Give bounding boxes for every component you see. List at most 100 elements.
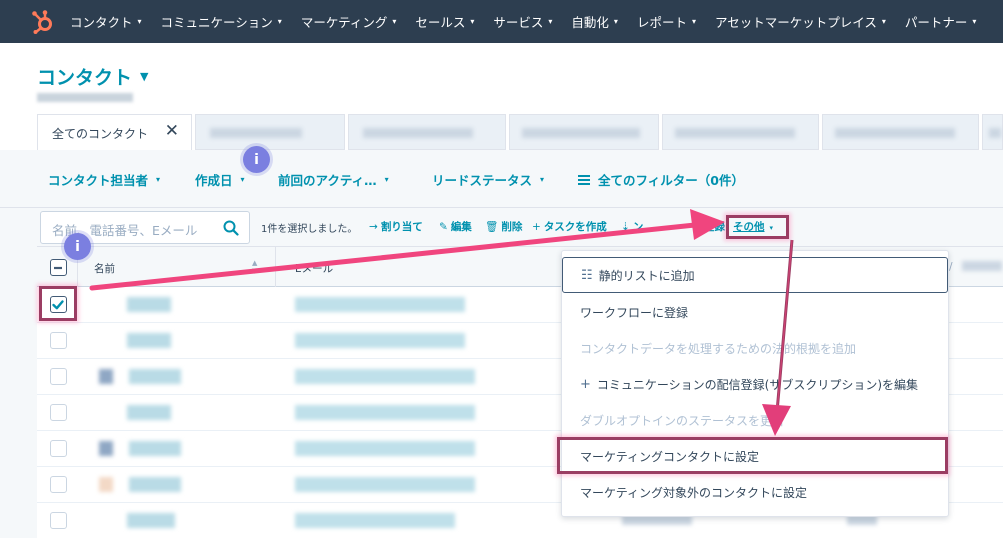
nav-item-automation[interactable]: 自動化 ▾ — [571, 12, 618, 31]
column-separator-fragment: / — [949, 261, 953, 273]
chevron-down-icon: ▾ — [137, 17, 142, 26]
menu-item-add-to-static-list[interactable]: ☷ 静的リストに追加 — [562, 257, 948, 293]
minus-icon — [54, 266, 62, 270]
row-checkbox[interactable] — [50, 368, 67, 385]
filter-last-activity[interactable]: 前回のアクティ… ▾ — [278, 170, 389, 189]
chevron-down-icon: ▾ — [881, 17, 886, 26]
edit-button[interactable]: ✎ 編集 — [439, 219, 472, 234]
menu-item-enroll-workflow[interactable]: ワークフローに登録 — [562, 294, 950, 330]
table-toolbar: 名前、電話番号、Eメール 1件を選択しました。 → 割り当て ✎ 編集 🗑 削除 + タ… — [0, 208, 1003, 246]
info-badge: i — [243, 146, 270, 173]
plus-icon: + — [580, 376, 591, 392]
select-all-checkbox[interactable] — [50, 259, 67, 276]
search-icon[interactable] — [223, 220, 239, 236]
create-task-button[interactable]: + タスクを作成 — [532, 219, 607, 234]
trash-icon: 🗑 — [485, 221, 499, 233]
column-header-email[interactable]: Eメール — [295, 261, 333, 276]
close-icon[interactable]: ✕ — [165, 121, 179, 141]
row-checkbox[interactable] — [50, 476, 67, 493]
assign-button[interactable]: → 割り当て — [369, 219, 423, 234]
tab-all-contacts[interactable]: 全てのコンタクト ✕ — [37, 114, 192, 150]
blurred-tab-label — [522, 128, 640, 138]
blurred-contact-name — [129, 369, 181, 384]
row-checkbox[interactable] — [50, 332, 67, 349]
nav-item-contacts[interactable]: コンタクト ▾ — [70, 12, 142, 31]
nav-item-reports[interactable]: レポート ▾ — [637, 12, 696, 31]
blurred-avatar — [99, 477, 113, 492]
highlight-box-marketing-contact — [557, 437, 948, 474]
chevron-down-icon: ▾ — [392, 17, 397, 26]
arrow-right-icon: → — [369, 221, 378, 233]
blurred-tab-label — [210, 128, 302, 138]
highlight-box-checkbox — [39, 286, 77, 321]
page-title[interactable]: コンタクト ▼ — [37, 63, 148, 90]
blurred-record-count — [37, 93, 133, 102]
blurred-avatar — [99, 369, 113, 384]
nav-item-partner[interactable]: パートナー ▾ — [905, 12, 977, 31]
nav-item-sales[interactable]: セールス ▾ — [415, 12, 474, 31]
row-checkbox[interactable] — [50, 512, 67, 529]
top-navigation-bar: コンタクト ▾ コミュニケーション ▾ マーケティング ▾ セールス ▾ サービス ▾ 自… — [0, 0, 1003, 43]
tab-view-blurred[interactable] — [509, 114, 659, 150]
view-tabs: 全てのコンタクト ✕ — [0, 114, 1003, 150]
blurred-contact-name — [129, 441, 181, 456]
all-filters-button[interactable]: 全てのフィルター（0件） — [578, 170, 744, 189]
caret-down-icon: ▾ — [540, 175, 545, 184]
blurred-contact-email — [295, 441, 475, 456]
tab-view-blurred[interactable] — [662, 114, 819, 150]
filter-contact-owner[interactable]: コンタクト担当者 ▾ — [48, 170, 160, 189]
sort-icon[interactable]: ▲ ▼ — [252, 259, 257, 275]
blurred-contact-name — [127, 513, 175, 528]
chevron-down-icon: ▾ — [691, 17, 696, 26]
tab-view-blurred[interactable] — [195, 114, 345, 150]
selection-count-text: 1件を選択しました。 — [261, 224, 358, 235]
blurred-contact-name — [127, 405, 171, 420]
tab-view-blurred[interactable] — [348, 114, 506, 150]
caret-down-icon: ▼ — [140, 70, 149, 83]
blurred-contact-email — [295, 405, 475, 420]
blurred-avatar — [99, 441, 113, 456]
tab-view-blurred[interactable] — [822, 114, 979, 150]
blurred-column-header — [962, 261, 1002, 271]
blurred-tab-label — [675, 128, 795, 138]
hubspot-sprocket-icon[interactable] — [30, 9, 56, 35]
filter-lead-status[interactable]: リードステータス ▾ — [432, 170, 544, 189]
delete-button[interactable]: 🗑 削除 — [485, 219, 522, 234]
pencil-icon: ✎ — [439, 221, 448, 233]
caret-down-icon: ▾ — [156, 175, 161, 184]
nav-item-service[interactable]: サービス ▾ — [493, 12, 552, 31]
blurred-contact-email — [295, 333, 465, 348]
more-actions-dropdown: ☷ 静的リストに追加 ワークフローに登録 コンタクトデータを処理するための法的根… — [561, 250, 949, 517]
chevron-down-icon: ▾ — [613, 17, 618, 26]
blurred-contact-name — [127, 297, 171, 312]
sequence-button[interactable]: ⇣ ン — [621, 219, 643, 234]
filter-create-date[interactable]: 作成日 ▾ — [195, 170, 245, 189]
menu-item-set-non-marketing-contact[interactable]: マーケティング対象外のコンタクトに設定 — [562, 474, 950, 510]
blurred-tab-label — [835, 128, 955, 138]
filter-bar: コンタクト担当者 ▾ 作成日 ▾ 前回のアクティ… ▾ リードステータス ▾ 全てのフィ… — [0, 150, 1003, 208]
nav-item-asset-marketplace[interactable]: アセットマーケットプレイス ▾ — [715, 12, 886, 31]
menu-item-edit-subscription[interactable]: + コミュニケーションの配信登録(サブスクリプション)を編集 — [562, 366, 950, 402]
blurred-contact-email — [295, 477, 475, 492]
blurred-tab-label — [989, 128, 1001, 138]
plus-icon: + — [532, 221, 541, 233]
blurred-tab-label — [363, 128, 473, 138]
enroll-button[interactable]: 登録 — [704, 219, 725, 234]
highlight-box-more-button — [726, 215, 789, 239]
blurred-contact-email — [295, 369, 475, 384]
row-checkbox[interactable] — [50, 440, 67, 457]
tab-view-blurred[interactable] — [982, 114, 1003, 150]
blurred-contact-email — [295, 297, 465, 312]
nav-item-marketing[interactable]: マーケティング ▾ — [301, 12, 397, 31]
sliders-icon — [578, 174, 590, 185]
nav-item-conversations[interactable]: コミュニケーション ▾ — [161, 12, 282, 31]
chevron-down-icon: ▾ — [972, 17, 977, 26]
menu-item-add-legal-basis: コンタクトデータを処理するための法的根拠を追加 — [580, 341, 857, 356]
row-checkbox[interactable] — [50, 404, 67, 421]
column-header-name[interactable]: 名前 — [94, 261, 115, 276]
chevron-down-icon: ▾ — [277, 17, 282, 26]
download-icon: ⇣ — [621, 221, 630, 233]
info-badge: i — [64, 233, 91, 260]
caret-down-icon: ▾ — [240, 175, 245, 184]
blurred-contact-email — [295, 513, 455, 528]
